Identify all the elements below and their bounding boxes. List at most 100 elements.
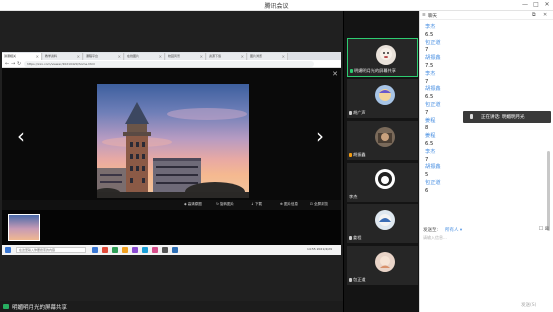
participant-name-row: 胡广声 xyxy=(349,110,366,116)
shared-screen: 讲课相关 ✕ 教学资料 ✕ 课程平台 ✕ 在线图片 ✕ 校园风景 ✕ 资源下载 ✕ 图片浏览… xyxy=(0,11,343,301)
browser-tab[interactable]: 教学资料 ✕ xyxy=(43,53,83,60)
maximize-button[interactable]: □ xyxy=(531,1,541,9)
avatar-image xyxy=(380,256,390,268)
participant-name: 姜程 xyxy=(353,235,362,240)
send-to-label: 发送至: xyxy=(423,228,439,233)
chat-message-text: 6.5 xyxy=(425,31,434,38)
avatar-image xyxy=(379,214,391,226)
taskbar-app-icon[interactable] xyxy=(112,247,118,253)
participant-name-row: 包正道 xyxy=(349,277,366,283)
fullscreen-button[interactable]: ⊡ 全屏浏览 xyxy=(310,202,328,207)
participant-tile[interactable]: 胡振鑫 xyxy=(347,121,418,160)
avatar-image xyxy=(379,89,391,101)
taskbar-app-icon[interactable] xyxy=(142,247,148,253)
forward-icon[interactable]: → xyxy=(11,61,15,67)
browser-tab[interactable]: 课程平台 ✕ xyxy=(84,53,124,60)
tab-close-icon[interactable]: ✕ xyxy=(200,53,203,60)
close-window-button[interactable]: ✕ xyxy=(542,1,552,9)
tab-close-icon[interactable]: ✕ xyxy=(77,53,80,60)
mic-icon xyxy=(349,110,352,115)
taskbar-clock: 14:55 2021/4/29 xyxy=(307,247,332,251)
chat-sender-name: 李杰 xyxy=(425,70,436,77)
browser-tab[interactable]: 校园风景 ✕ xyxy=(166,53,206,60)
participant-tile[interactable]: 胡广声 xyxy=(347,79,418,118)
chat-message-text: 5 xyxy=(425,172,429,179)
chat-tool-icons[interactable]: ☐ ⊠ xyxy=(539,226,549,232)
tab-label: 课程平台 xyxy=(86,54,99,58)
windows-start-icon[interactable] xyxy=(5,247,11,253)
participant-tile[interactable]: 姜程 xyxy=(347,204,418,243)
browser-tab[interactable]: 在线图片 ✕ xyxy=(125,53,165,60)
chat-message-list: 李杰 6.5 包正道 7 胡振鑫 7.5 李杰 7 胡振鑫 6.5 包正道 7 姜程 8 姜程 6.5 李杰 7 胡… xyxy=(425,24,535,196)
next-image-arrow[interactable]: › xyxy=(316,126,324,146)
screen-share-status: 明媚明月光的屏幕共享 xyxy=(0,301,343,312)
hd-original-button[interactable]: ◈ 高清原图 xyxy=(184,202,202,207)
participant-tile[interactable]: 明媚明月光的屏幕共享 xyxy=(347,38,418,77)
reload-icon[interactable]: ↻ xyxy=(17,61,21,67)
participant-name-row: 胡振鑫 xyxy=(349,152,366,158)
avatar xyxy=(375,85,395,105)
speaking-toast: 正在讲话: 明媚明月光 xyxy=(463,111,551,123)
chat-message-text: 6.5 xyxy=(425,94,434,101)
chat-sender-name: 胡振鑫 xyxy=(425,164,441,171)
participant-tile[interactable]: 包正道 xyxy=(347,246,418,285)
avatar xyxy=(376,45,396,65)
taskbar-app-icon[interactable] xyxy=(132,247,138,253)
screen-share-icon xyxy=(3,304,9,309)
rotate-button[interactable]: ↻ 旋转图片 xyxy=(216,202,234,207)
prev-image-arrow[interactable]: ‹ xyxy=(17,126,25,146)
tab-close-icon[interactable]: ✕ xyxy=(118,53,121,60)
mic-speaking-icon xyxy=(349,152,352,157)
send-to-row: 发送至: 所有人 ▾ ☐ ⊠ xyxy=(419,225,553,235)
thumbnail-image[interactable] xyxy=(8,214,40,241)
back-icon[interactable]: ← xyxy=(5,61,9,67)
tab-close-icon[interactable]: ✕ xyxy=(282,53,285,60)
browser-address-bar: ← → ↻ https://xxx.com/viewer/20210429/ho… xyxy=(2,60,341,68)
popout-icon[interactable]: ⧉ xyxy=(532,12,536,18)
title-bar: 腾讯会议 — □ ✕ xyxy=(0,0,553,11)
browser-tab-strip: 讲课相关 ✕ 教学资料 ✕ 课程平台 ✕ 在线图片 ✕ 校园风景 ✕ 资源下载 ✕ 图片浏览… xyxy=(2,52,341,60)
tab-close-icon[interactable]: ✕ xyxy=(159,53,162,60)
send-to-dropdown[interactable]: 所有人 ▾ xyxy=(445,227,462,233)
browser-tab[interactable]: 图片浏览 ✕ xyxy=(248,53,288,60)
browser-tab[interactable]: 讲课相关 ✕ xyxy=(2,53,42,60)
taskbar-app-icon[interactable] xyxy=(172,247,178,253)
chat-menu-icon[interactable]: ≡ xyxy=(422,13,426,18)
tab-label: 图片浏览 xyxy=(250,54,263,58)
participant-tile[interactable]: 李杰 xyxy=(347,163,418,202)
participant-name-row: 姜程 xyxy=(349,235,361,241)
thumbnail-strip xyxy=(2,210,341,245)
avatar-image xyxy=(378,133,392,143)
participant-name-row: 李杰 xyxy=(349,194,357,200)
taskbar-app-icon[interactable] xyxy=(162,247,168,253)
chat-sender-name: 包正道 xyxy=(425,179,441,186)
taskbar-app-icon[interactable] xyxy=(152,247,158,253)
chat-sender-name: 胡振鑫 xyxy=(425,55,441,62)
send-button[interactable]: 发送(S) xyxy=(521,302,536,308)
viewer-close-icon[interactable]: ✕ xyxy=(332,70,338,78)
download-button[interactable]: ↓ 下载 xyxy=(251,202,262,207)
taskbar-app-icon[interactable] xyxy=(102,247,108,253)
chat-header: ≡ 聊天 ⧉ ✕ xyxy=(420,11,553,20)
chat-input[interactable]: 请输入信息... xyxy=(423,235,447,241)
image-info-button[interactable]: ⊕ 图片信息 xyxy=(280,202,298,207)
chat-sender-name: 李杰 xyxy=(425,24,436,30)
chat-sender-name: 胡振鑫 xyxy=(425,86,441,93)
taskbar-app-icon[interactable] xyxy=(92,247,98,253)
minimize-button[interactable]: — xyxy=(520,1,530,9)
browser-tab[interactable]: 资源下载 ✕ xyxy=(207,53,247,60)
taskbar-search-field[interactable]: 在这里输入你要搜索的内容 xyxy=(16,247,86,253)
tab-close-icon[interactable]: ✕ xyxy=(36,53,39,60)
tab-close-icon[interactable]: ✕ xyxy=(241,53,244,60)
chat-message-text: 7.5 xyxy=(425,62,434,69)
window-title: 腾讯会议 xyxy=(264,3,289,10)
chat-scrollbar[interactable] xyxy=(547,151,550,231)
chat-sender-name: 包正道 xyxy=(425,101,441,108)
chat-message-text: 7 xyxy=(425,47,429,54)
tab-label: 教学资料 xyxy=(45,54,58,58)
taskbar-app-icon[interactable] xyxy=(122,247,128,253)
close-chat-icon[interactable]: ✕ xyxy=(543,12,547,18)
chat-sender-name: 包正道 xyxy=(425,39,441,46)
participant-name: 胡广声 xyxy=(353,110,366,115)
url-field[interactable]: https://xxx.com/viewer/20210429/home.htm… xyxy=(24,61,314,67)
